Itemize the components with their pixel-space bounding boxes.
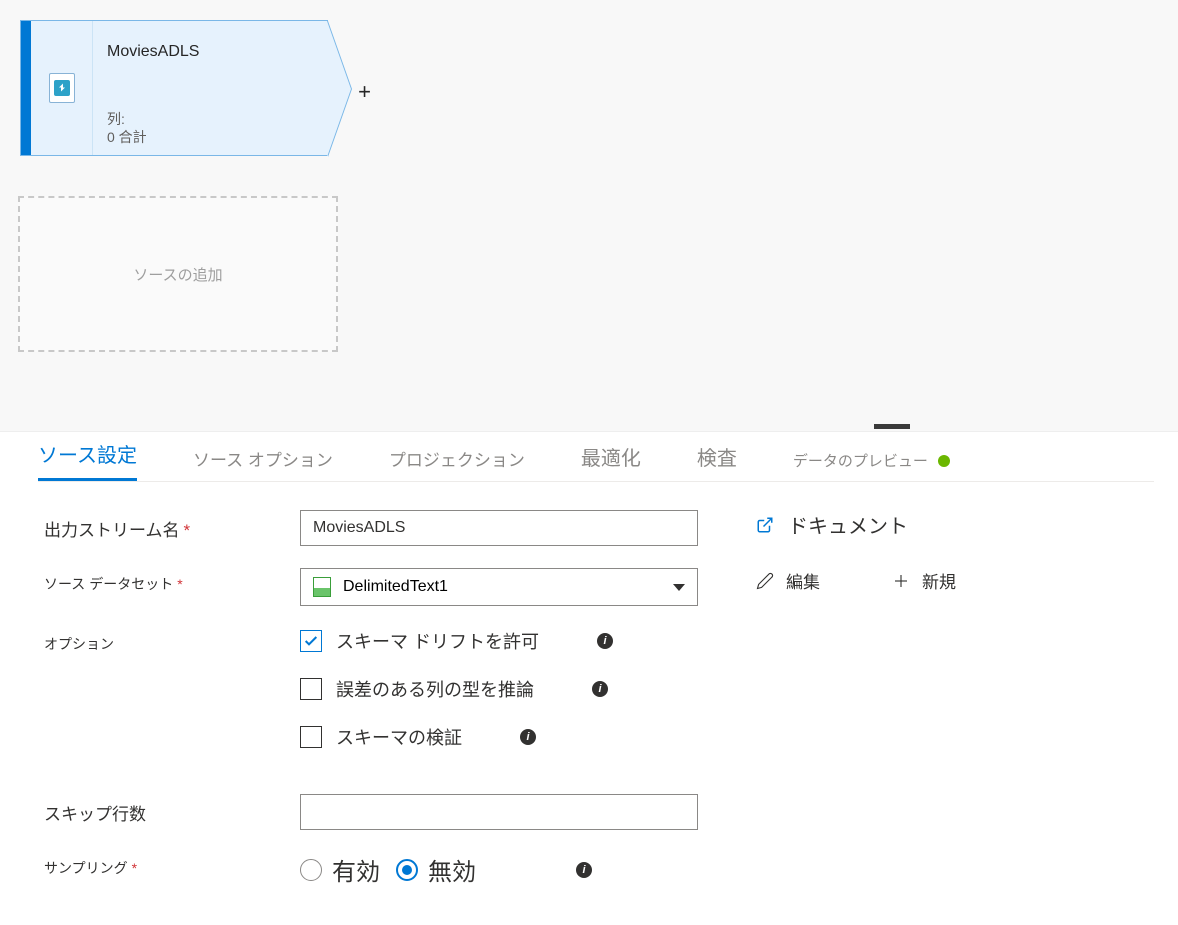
skip-lines-label: スキップ行数: [44, 794, 300, 825]
external-link-icon: [756, 516, 774, 534]
dataset-select[interactable]: DelimitedText1: [300, 568, 698, 606]
documentation-link[interactable]: ドキュメント: [756, 510, 908, 539]
pencil-icon: [756, 572, 774, 590]
tab-source-settings[interactable]: ソース設定: [38, 439, 137, 481]
output-stream-input[interactable]: [300, 510, 698, 546]
node-arrow-shape: [327, 21, 351, 157]
node-columns-value: 0 合計: [107, 127, 147, 147]
add-source-placeholder[interactable]: ソースの追加: [18, 196, 338, 352]
new-dataset-button[interactable]: 新規: [892, 568, 956, 593]
source-node[interactable]: MoviesADLS 列: 0 合計 +: [20, 20, 328, 156]
validate-schema-label: スキーマの検証: [336, 724, 462, 750]
preview-status-dot: [938, 455, 950, 467]
tab-inspect[interactable]: 検査: [697, 442, 737, 481]
settings-panel: ソース設定 ソース オプション プロジェクション 最適化 検査 データのプレビュ…: [24, 438, 1154, 909]
info-icon[interactable]: i: [592, 681, 608, 697]
node-accent-bar: [21, 21, 31, 155]
allow-schema-drift-label: スキーマ ドリフトを許可: [336, 628, 539, 654]
datasource-icon: [54, 80, 70, 96]
sampling-enable-radio[interactable]: [300, 859, 322, 881]
dataset-label: ソース データセット*: [44, 568, 300, 594]
add-source-label: ソースの追加: [133, 264, 222, 285]
add-step-button[interactable]: +: [358, 79, 371, 105]
plus-icon: [892, 572, 910, 590]
options-label: オプション: [44, 628, 300, 654]
info-icon[interactable]: i: [520, 729, 536, 745]
chevron-down-icon: [673, 584, 685, 591]
sampling-label: サンプリング*: [44, 852, 300, 878]
output-stream-label: 出力ストリーム名*: [44, 510, 300, 541]
sampling-disable-radio[interactable]: [396, 859, 418, 881]
node-columns-label: 列:: [107, 109, 125, 129]
sampling-enable-label: 有効: [332, 852, 380, 887]
edit-dataset-button[interactable]: 編集: [756, 568, 820, 593]
tab-source-options[interactable]: ソース オプション: [193, 446, 333, 481]
info-icon[interactable]: i: [576, 862, 592, 878]
node-icon-column: [31, 21, 93, 155]
settings-form: 出力ストリーム名* ドキュメント ソース データセット* DelimitedTe…: [44, 510, 1154, 887]
flow-canvas[interactable]: MoviesADLS 列: 0 合計 + ソースの追加: [0, 0, 1178, 432]
info-icon[interactable]: i: [597, 633, 613, 649]
infer-column-types-checkbox[interactable]: [300, 678, 322, 700]
validate-schema-checkbox[interactable]: [300, 726, 322, 748]
dataset-value: DelimitedText1: [343, 578, 448, 596]
tab-projection[interactable]: プロジェクション: [389, 446, 525, 481]
skip-lines-input[interactable]: [300, 794, 698, 830]
panel-resize-handle[interactable]: [874, 424, 910, 429]
node-title: MoviesADLS: [107, 43, 313, 61]
infer-column-types-label: 誤差のある列の型を推論: [336, 676, 534, 702]
tab-data-preview[interactable]: データのプレビュー: [793, 450, 950, 481]
csv-file-icon: [313, 577, 331, 597]
allow-schema-drift-checkbox[interactable]: [300, 630, 322, 652]
tabs-bar: ソース設定 ソース オプション プロジェクション 最適化 検査 データのプレビュ…: [38, 438, 1154, 482]
sampling-disable-label: 無効: [428, 852, 476, 887]
tab-optimize[interactable]: 最適化: [581, 442, 641, 481]
